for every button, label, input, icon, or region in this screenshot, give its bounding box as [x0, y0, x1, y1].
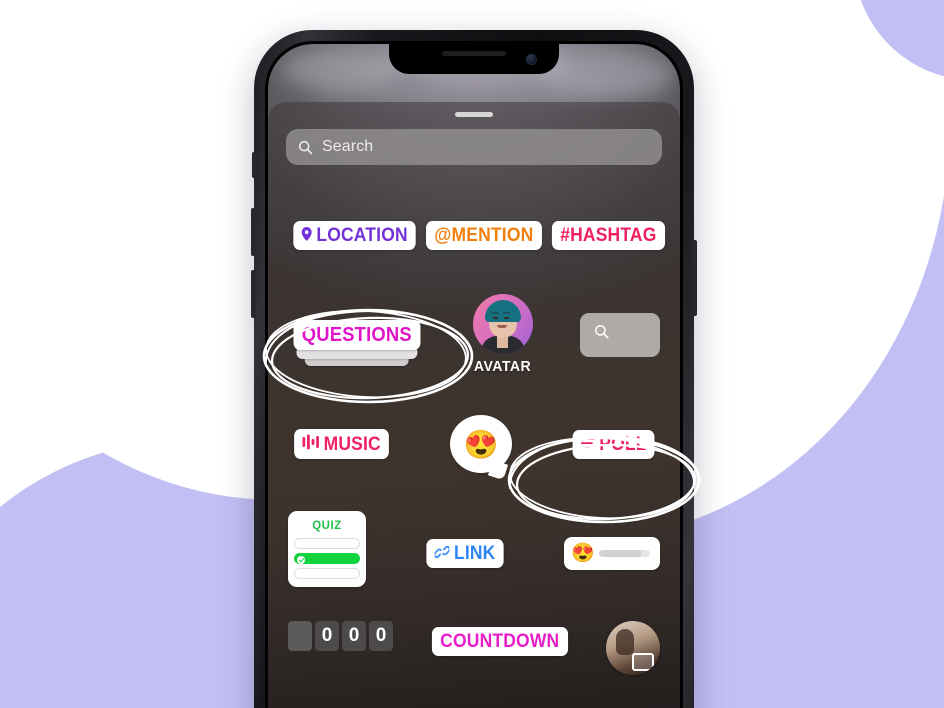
- earpiece-speaker: [442, 51, 506, 56]
- sticker-mention[interactable]: @MENTION: [426, 221, 543, 250]
- phone-mockup: Search LOCATION @MENTION #HASHTAG QUESTI…: [251, 30, 697, 708]
- sticker-quiz[interactable]: QUIZ: [288, 511, 366, 587]
- screenshot-canvas: Search LOCATION @MENTION #HASHTAG QUESTI…: [0, 0, 944, 708]
- sticker-row-5: 0 0 0 COUNTDOWN: [286, 621, 662, 675]
- sticker-link[interactable]: LINK: [426, 539, 504, 568]
- sticker-avatar[interactable]: AVATAR: [472, 294, 533, 375]
- sticker-row-3: MUSIC 😍 POLL: [286, 415, 662, 473]
- countdown-digit: [288, 621, 312, 651]
- music-waveform-icon: [302, 434, 319, 454]
- sticker-questions[interactable]: QUESTIONS: [288, 319, 426, 366]
- sticker-photo-thumbnail[interactable]: [605, 621, 660, 675]
- search-input[interactable]: Search: [286, 129, 662, 165]
- mute-switch[interactable]: [252, 152, 256, 178]
- quiz-option[interactable]: [294, 568, 360, 579]
- front-camera-icon: [526, 54, 537, 65]
- sticker-tray: Search LOCATION @MENTION #HASHTAG QUESTI…: [268, 102, 680, 708]
- sticker-poll-label: POLL: [598, 433, 647, 455]
- power-button[interactable]: [692, 240, 697, 316]
- sticker-hashtag[interactable]: #HASHTAG: [552, 221, 665, 250]
- chain-link-icon: [433, 544, 451, 563]
- sticker-poll[interactable]: POLL: [572, 429, 655, 459]
- countdown-digit: 0: [315, 621, 339, 651]
- questions-stack-back: [304, 353, 410, 366]
- avatar-brow: [491, 312, 499, 314]
- sticker-row-1: LOCATION @MENTION #HASHTAG: [286, 221, 665, 250]
- sticker-emoji-reaction[interactable]: 😍: [449, 415, 512, 473]
- countdown-digit: 0: [369, 621, 393, 651]
- search-icon: [298, 140, 313, 155]
- sheet-drag-handle[interactable]: [455, 112, 493, 117]
- questions-chip[interactable]: QUESTIONS: [293, 319, 421, 350]
- phone-bezel: Search LOCATION @MENTION #HASHTAG QUESTI…: [265, 41, 683, 708]
- sticker-music[interactable]: MUSIC: [294, 429, 390, 459]
- emoji-slider-icon: 😍: [570, 543, 595, 564]
- slider-track[interactable]: [598, 550, 650, 557]
- sticker-gif-search[interactable]: [579, 312, 660, 357]
- gif-search-icon: [594, 324, 610, 345]
- avatar-mouth: [496, 325, 507, 328]
- sticker-row-4: QUIZ LINK 😍: [286, 511, 662, 587]
- sticker-quiz-label: QUIZ: [312, 518, 342, 532]
- location-pin-icon: [301, 226, 312, 245]
- phone-screen: Search LOCATION @MENTION #HASHTAG QUESTI…: [268, 44, 680, 708]
- sticker-link-label: LINK: [453, 543, 496, 564]
- sticker-hashtag-label: #HASHTAG: [560, 225, 657, 246]
- volume-up-button[interactable]: [251, 208, 256, 256]
- sticker-mention-label: @MENTION: [434, 225, 534, 246]
- sticker-emoji-slider[interactable]: 😍: [563, 537, 660, 570]
- sticker-location-label: LOCATION: [316, 225, 408, 246]
- countdown-digit: 0: [342, 621, 366, 651]
- sticker-location[interactable]: LOCATION: [293, 221, 417, 250]
- avatar-eye: [492, 317, 498, 319]
- heart-eyes-emoji: 😍: [463, 428, 499, 460]
- sticker-questions-label: QUESTIONS: [301, 323, 412, 346]
- avatar-brow: [502, 312, 510, 314]
- quiz-option[interactable]: [294, 538, 360, 549]
- quiz-option-selected[interactable]: [294, 553, 360, 564]
- notch: [389, 44, 559, 74]
- sticker-countdown-label: COUNTDOWN: [439, 631, 560, 652]
- sticker-countdown[interactable]: COUNTDOWN: [431, 627, 568, 656]
- avatar-icon: [472, 294, 533, 354]
- avatar-eye: [503, 317, 509, 319]
- sticker-countdown-digits[interactable]: 0 0 0: [288, 621, 393, 651]
- sticker-music-label: MUSIC: [323, 433, 381, 455]
- avatar-hair: [484, 300, 521, 322]
- search-placeholder: Search: [322, 138, 374, 155]
- sticker-row-2: QUESTIONS AVATAR: [286, 294, 662, 375]
- sticker-avatar-label: AVATAR: [474, 358, 532, 375]
- volume-down-button[interactable]: [251, 270, 256, 318]
- poll-bars-icon: [580, 435, 594, 454]
